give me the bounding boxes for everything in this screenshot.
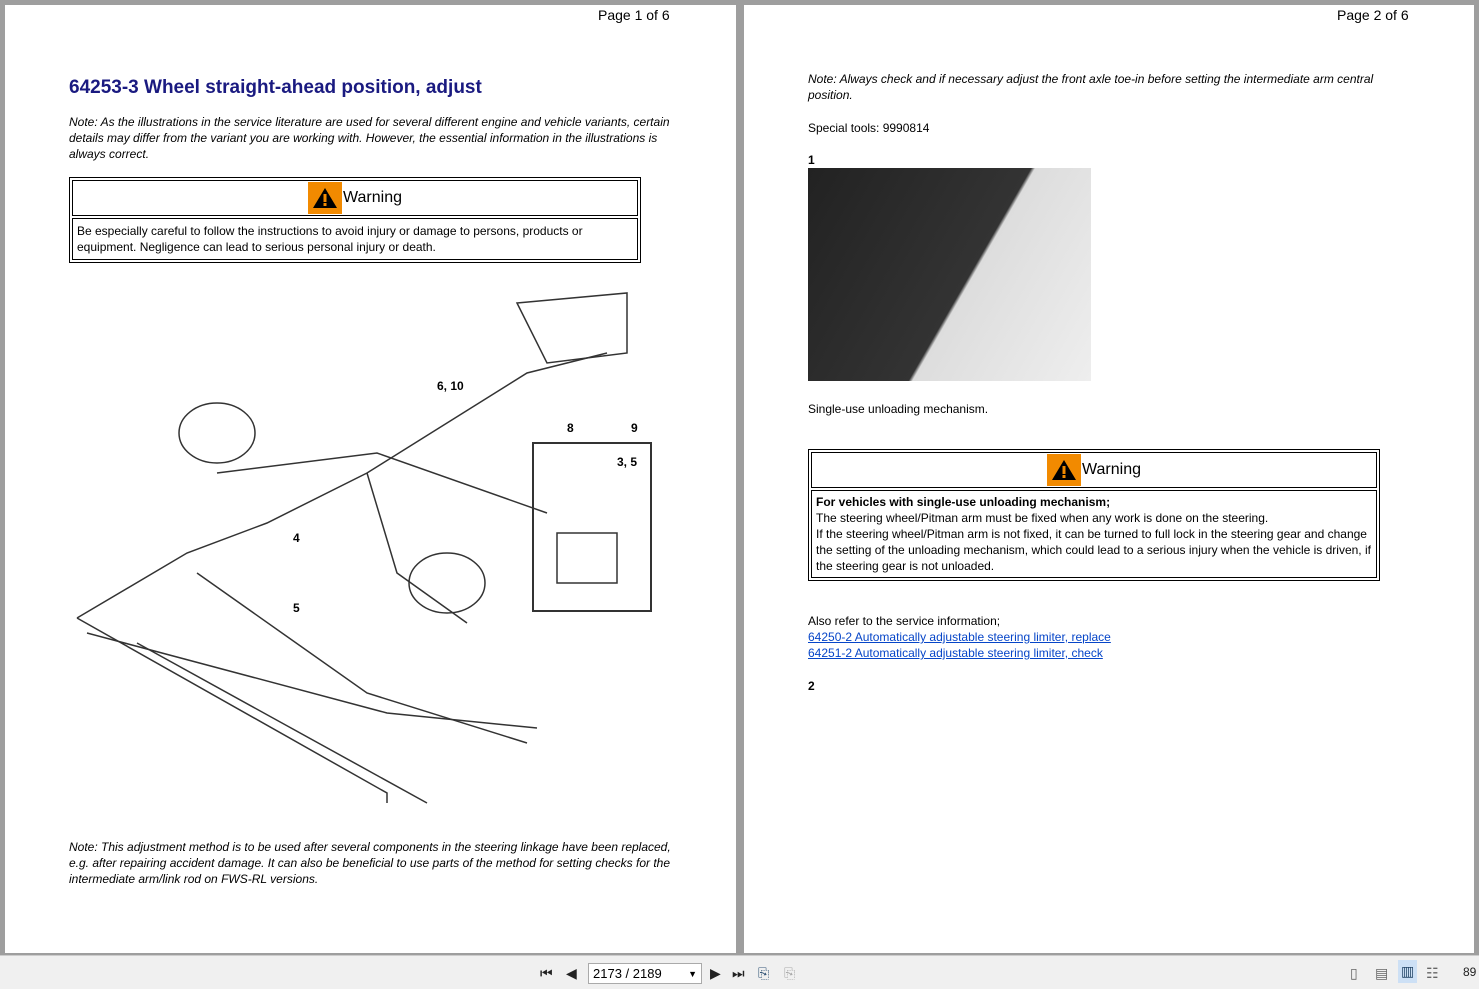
previous-page-icon[interactable]: ◀ xyxy=(566,965,577,982)
refer-text: Also refer to the service information; 6… xyxy=(808,613,1111,661)
diagram-label: 5 xyxy=(293,601,300,615)
diagram-label: 9 xyxy=(631,421,638,435)
page-title: 64253-3 Wheel straight-ahead position, a… xyxy=(69,77,482,98)
step-number: 2 xyxy=(808,679,815,693)
note: Note: Always check and if necessary adju… xyxy=(808,72,1374,102)
warning-box: Warning Be especially careful to follow … xyxy=(69,177,641,263)
first-page-icon[interactable]: ⏮ xyxy=(540,965,553,982)
warning-subheading: For vehicles with single-use unloading m… xyxy=(816,495,1111,509)
page-number: Page 2 of 6 xyxy=(1337,7,1409,23)
go-back-icon[interactable]: ⎘ xyxy=(758,965,769,982)
note: Note: As the illustrations in the servic… xyxy=(69,115,670,161)
photo-caption: Single-use unloading mechanism. xyxy=(808,402,989,416)
warning-text: If the steering wheel/Pitman arm is not … xyxy=(816,527,1371,573)
single-page-icon[interactable]: ▯ xyxy=(1350,965,1358,982)
warning-text: Be especially careful to follow the inst… xyxy=(72,218,638,260)
diagram-label: 8 xyxy=(567,421,574,435)
warning-text: The steering wheel/Pitman arm must be fi… xyxy=(816,511,1269,525)
page-field[interactable]: 2173 / 2189 xyxy=(593,966,662,981)
warning-box: Warning For vehicles with single-use unl… xyxy=(808,449,1380,581)
page-2: Page 2 of 6 Note: Always check and if ne… xyxy=(744,5,1474,953)
two-page-icon[interactable]: ▥ xyxy=(1398,960,1418,983)
warning-heading: Warning xyxy=(1082,461,1141,478)
warning-icon xyxy=(308,182,342,214)
warning-heading: Warning xyxy=(343,189,402,206)
unloading-mechanism-photo xyxy=(808,168,1091,381)
warning-icon xyxy=(1047,454,1081,486)
page-selector[interactable]: 2173 / 2189 ▼ xyxy=(588,963,702,984)
link-steering-limiter-check[interactable]: 64251-2 Automatically adjustable steerin… xyxy=(808,645,1111,661)
refer-label: Also refer to the service information; xyxy=(808,614,1001,628)
diagram-label: 6, 10 xyxy=(437,379,464,393)
page-1: Page 1 of 6 64253-3 Wheel straight-ahead… xyxy=(5,5,736,953)
step-number: 1 xyxy=(808,153,815,167)
two-page-continuous-icon[interactable]: ☷ xyxy=(1426,965,1439,982)
next-page-icon[interactable]: ▶ xyxy=(710,965,721,982)
note: Note: This adjustment method is to be us… xyxy=(69,840,671,886)
diagram-label: 4 xyxy=(293,531,300,545)
diagram-label: 3, 5 xyxy=(617,455,638,469)
special-tools: Special tools: 9990814 xyxy=(808,121,930,135)
continuous-page-icon[interactable]: ▤ xyxy=(1375,965,1388,982)
zoom-level[interactable]: 89 xyxy=(1463,965,1476,979)
last-page-icon[interactable]: ⏭ xyxy=(732,965,745,982)
steering-linkage-diagram: 6, 10 8 9 3, 5 4 5 xyxy=(67,273,657,823)
page-number: Page 1 of 6 xyxy=(598,7,670,23)
go-forward-icon[interactable]: ⎘ xyxy=(784,965,795,982)
chevron-down-icon[interactable]: ▼ xyxy=(688,969,697,979)
link-steering-limiter-replace[interactable]: 64250-2 Automatically adjustable steerin… xyxy=(808,629,1111,645)
bottom-toolbar: ⏮ ◀ 2173 / 2189 ▼ ▶ ⏭ ⎘ ⎘ ▯ ▤ ▥ ☷ 89 xyxy=(0,955,1479,989)
